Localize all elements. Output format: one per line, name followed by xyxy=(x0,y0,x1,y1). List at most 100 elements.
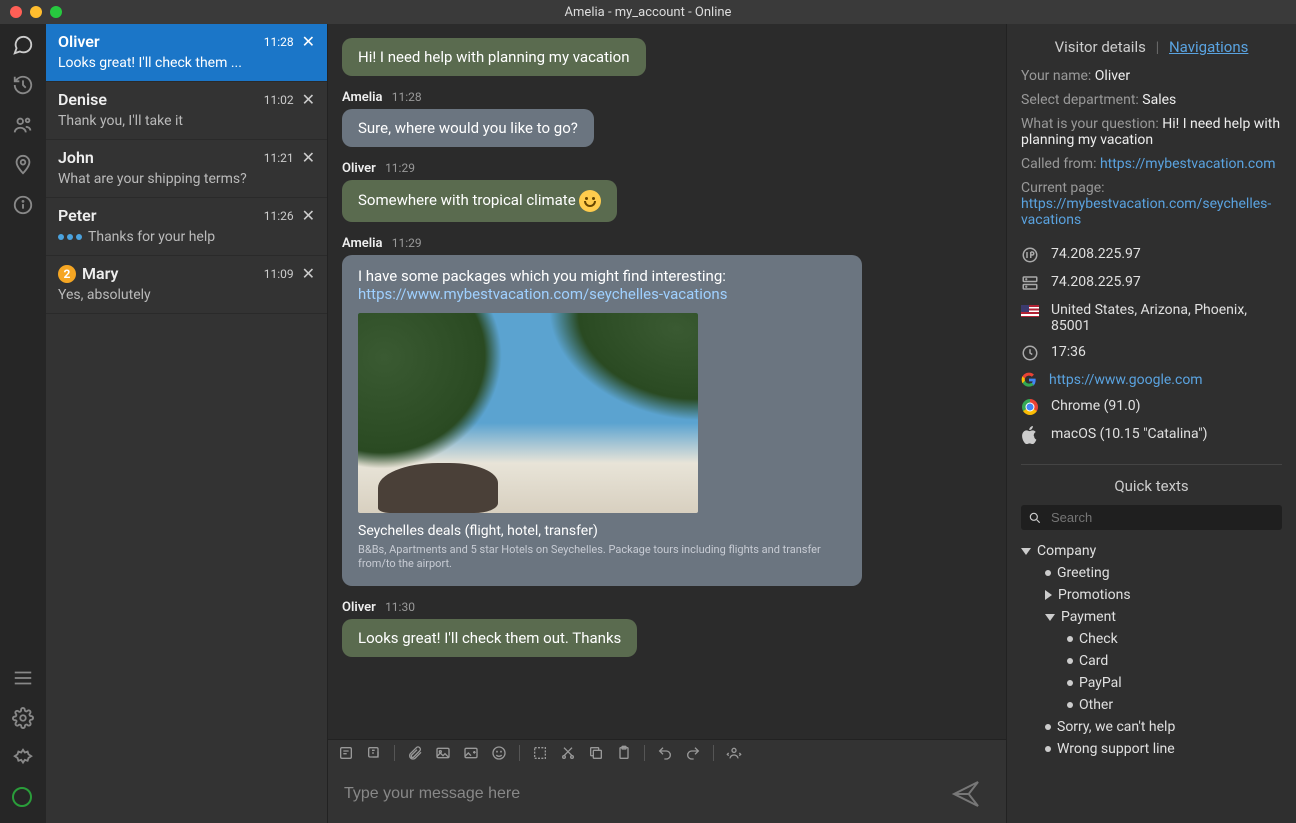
detail-your-name: Your name: Oliver xyxy=(1021,68,1282,84)
qt-folder-payment[interactable]: Payment xyxy=(1045,606,1282,628)
search-icon xyxy=(1028,511,1042,525)
info-ip: 74.208.225.97 xyxy=(1021,246,1282,264)
conversation-item[interactable]: Peter11:26✕Thanks for your help xyxy=(46,198,327,256)
apple-icon xyxy=(1021,426,1039,444)
message-header: Oliver 11:29 xyxy=(342,161,986,176)
chats-icon[interactable] xyxy=(12,34,34,56)
close-icon[interactable]: ✕ xyxy=(302,32,315,51)
info-time: 17:36 xyxy=(1021,344,1282,362)
info-icon[interactable] xyxy=(12,194,34,216)
qt-item-greeting[interactable]: Greeting xyxy=(1045,562,1282,584)
message-bubble: Sure, where would you like to go? xyxy=(342,109,594,147)
conversation-name: John xyxy=(58,148,94,167)
conversation-name: Peter xyxy=(58,206,97,225)
conversation-item[interactable]: Oliver11:28✕Looks great! I'll check them… xyxy=(46,24,327,82)
close-icon[interactable]: ✕ xyxy=(302,264,315,283)
tab-visitor-details[interactable]: Visitor details xyxy=(1055,38,1146,56)
conversation-item[interactable]: 2Mary11:09✕Yes, absolutely xyxy=(46,256,327,314)
visitors-icon[interactable] xyxy=(12,114,34,136)
info-value: 17:36 xyxy=(1051,344,1086,360)
info-referrer: https://www.google.com xyxy=(1021,372,1282,388)
ip-icon xyxy=(1021,246,1039,264)
send-button[interactable] xyxy=(950,778,982,810)
screenshot-icon[interactable] xyxy=(463,745,479,761)
conversation-name: Oliver xyxy=(58,32,100,51)
unread-badge: 2 xyxy=(58,265,76,283)
message-bubble: Hi! I need help with planning my vacatio… xyxy=(342,38,646,76)
info-os: macOS (10.15 "Catalina") xyxy=(1021,426,1282,444)
location-icon[interactable] xyxy=(12,154,34,176)
server-icon xyxy=(1021,274,1039,292)
window-maximize-button[interactable] xyxy=(50,6,62,18)
qt-item-card[interactable]: Card xyxy=(1067,650,1282,672)
info-value: Chrome (91.0) xyxy=(1051,398,1141,414)
conversation-preview: Yes, absolutely xyxy=(58,287,315,303)
smile-emoji-icon xyxy=(579,190,601,212)
info-location: United States, Arizona, Phoenix, 85001 xyxy=(1021,302,1282,334)
typing-indicator-icon xyxy=(58,234,82,240)
link-preview-description: B&Bs, Apartments and 5 star Hotels on Se… xyxy=(358,543,846,572)
message-time: 11:30 xyxy=(385,600,415,614)
cut-icon[interactable] xyxy=(560,745,576,761)
conversation-item[interactable]: John11:21✕What are your shipping terms? xyxy=(46,140,327,198)
close-icon[interactable]: ✕ xyxy=(302,148,315,167)
redo-icon[interactable] xyxy=(685,745,701,761)
info-value: 74.208.225.97 xyxy=(1051,246,1141,262)
titlebar: Amelia - my_account - Online xyxy=(0,0,1296,24)
emoji-icon[interactable] xyxy=(491,745,507,761)
qt-item-paypal[interactable]: PayPal xyxy=(1067,672,1282,694)
attachment-icon[interactable] xyxy=(407,745,423,761)
message-input[interactable] xyxy=(344,785,990,803)
info-host: 74.208.225.97 xyxy=(1021,274,1282,292)
quick-texts-tree: Company Greeting Promotions Payment Chec… xyxy=(1021,540,1282,760)
close-icon[interactable]: ✕ xyxy=(302,206,315,225)
select-icon[interactable] xyxy=(532,745,548,761)
details-panel: Visitor details | Navigations Your name:… xyxy=(1006,24,1296,823)
qt-item-sorry[interactable]: Sorry, we can't help xyxy=(1045,716,1282,738)
undo-icon[interactable] xyxy=(657,745,673,761)
menu-icon[interactable] xyxy=(12,667,34,689)
cobrowse-icon[interactable] xyxy=(726,745,742,761)
tab-navigations[interactable]: Navigations xyxy=(1169,38,1248,56)
add-canned-icon[interactable] xyxy=(366,745,382,761)
quick-texts-search xyxy=(1021,505,1282,530)
qt-item-wrong[interactable]: Wrong support line xyxy=(1045,738,1282,760)
chrome-icon xyxy=(1021,398,1039,416)
package-link[interactable]: https://www.mybestvacation.com/seychelle… xyxy=(358,285,846,303)
status-indicator-icon[interactable] xyxy=(12,787,34,809)
conversation-time: 11:26 xyxy=(264,209,294,223)
settings-icon[interactable] xyxy=(12,707,34,729)
link-preview-image xyxy=(358,313,698,513)
qt-item-other[interactable]: Other xyxy=(1067,694,1282,716)
detail-question: What is your question: Hi! I need help w… xyxy=(1021,116,1282,148)
copy-icon[interactable] xyxy=(588,745,604,761)
message-bubble-rich: I have some packages which you might fin… xyxy=(342,255,862,586)
info-value: macOS (10.15 "Catalina") xyxy=(1051,426,1208,442)
conversation-name: Mary xyxy=(82,264,118,283)
paste-icon[interactable] xyxy=(616,745,632,761)
history-icon[interactable] xyxy=(12,74,34,96)
quick-texts-search-input[interactable] xyxy=(1021,505,1282,530)
google-icon xyxy=(1021,372,1037,388)
qt-folder-promotions[interactable]: Promotions xyxy=(1045,584,1282,606)
qt-folder-company[interactable]: Company xyxy=(1021,540,1282,562)
message-bubble: Somewhere with tropical climate xyxy=(342,180,617,222)
details-tabs: Visitor details | Navigations xyxy=(1021,38,1282,56)
close-icon[interactable]: ✕ xyxy=(302,90,315,109)
window-minimize-button[interactable] xyxy=(30,6,42,18)
message-time: 11:29 xyxy=(392,236,422,250)
info-value: 74.208.225.97 xyxy=(1051,274,1141,290)
brightness-icon[interactable] xyxy=(12,747,34,769)
canned-response-icon[interactable] xyxy=(338,745,354,761)
image-icon[interactable] xyxy=(435,745,451,761)
message-header: Oliver 11:30 xyxy=(342,600,986,615)
detail-current-page: Current page: https://mybestvacation.com… xyxy=(1021,180,1282,228)
conversation-preview: Thank you, I'll take it xyxy=(58,113,315,129)
message-header: Amelia 11:29 xyxy=(342,236,986,251)
conversation-item[interactable]: Denise11:02✕Thank you, I'll take it xyxy=(46,82,327,140)
conversation-name: Denise xyxy=(58,90,107,109)
conversation-time: 11:21 xyxy=(264,151,294,165)
window-close-button[interactable] xyxy=(10,6,22,18)
info-link[interactable]: https://www.google.com xyxy=(1049,372,1203,388)
qt-item-check[interactable]: Check xyxy=(1067,628,1282,650)
